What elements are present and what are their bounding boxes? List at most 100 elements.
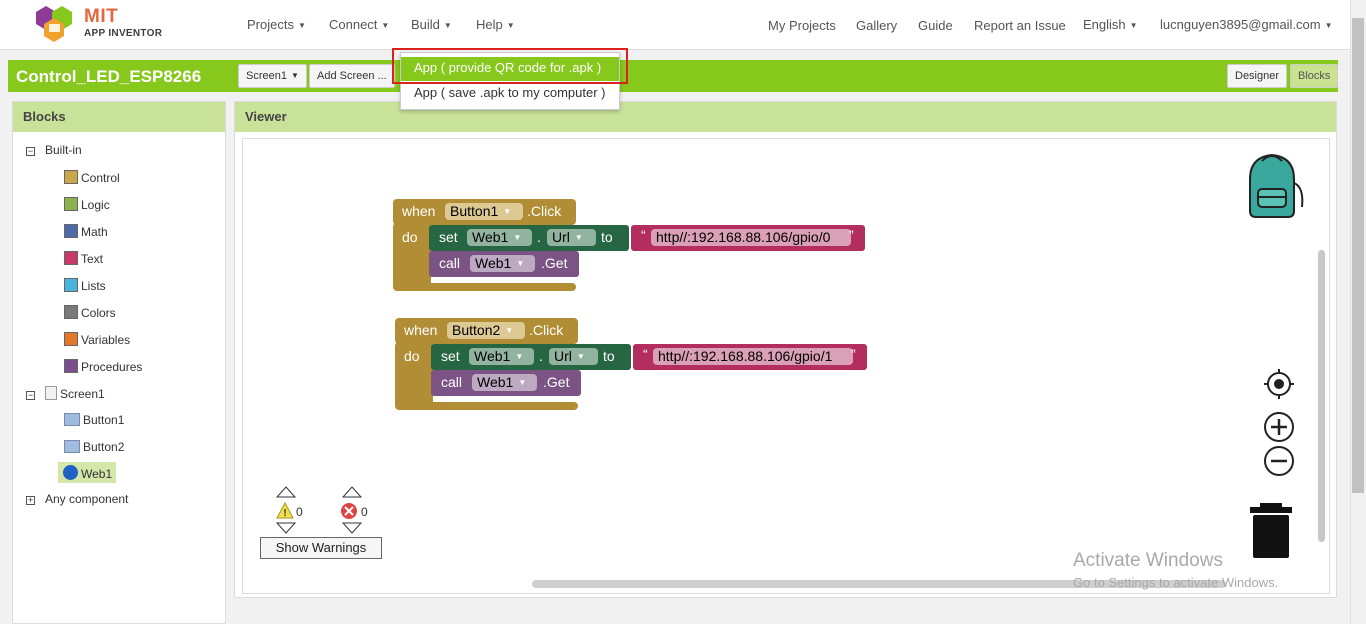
component-dropdown[interactable]: Button2 ▼ xyxy=(447,322,525,339)
call-component-dropdown[interactable]: Web1 ▼ xyxy=(472,374,537,391)
tree-category-label: Lists xyxy=(81,279,106,293)
error-prev-icon[interactable] xyxy=(342,486,362,498)
chevron-down-icon: ▼ xyxy=(1129,21,1138,30)
svg-text:!: ! xyxy=(283,508,286,519)
screen-select[interactable]: Screen1 ▼ xyxy=(238,64,307,88)
zoom-in-icon[interactable] xyxy=(1262,410,1296,444)
dot-separator: . xyxy=(539,348,543,364)
nav-help-label: Help xyxy=(476,17,503,32)
category-color-icon xyxy=(64,278,78,292)
backpack-icon[interactable] xyxy=(1238,151,1308,221)
designer-button[interactable]: Designer xyxy=(1227,64,1288,88)
build-menu-item-save-apk[interactable]: App ( save .apk to my computer ) xyxy=(401,82,619,106)
set-keyword: set xyxy=(441,348,460,364)
nav-account[interactable]: lucnguyen3895@gmail.com ▼ xyxy=(1160,17,1333,32)
when-keyword: when xyxy=(402,203,436,219)
close-quote: ” xyxy=(849,227,854,243)
property-dropdown[interactable]: Url ▼ xyxy=(549,348,598,365)
event-name: .Click xyxy=(527,203,562,219)
component-dropdown-label: Button2 xyxy=(452,322,501,338)
nav-projects[interactable]: Projects ▼ xyxy=(247,17,306,32)
blocks-button[interactable]: Blocks xyxy=(1290,64,1339,88)
chevron-down-icon: ▼ xyxy=(290,71,299,80)
event-block-footer xyxy=(393,283,576,291)
tree-screen1-label: Screen1 xyxy=(60,387,105,401)
error-next-icon[interactable] xyxy=(342,522,362,534)
nav-connect[interactable]: Connect ▼ xyxy=(329,17,389,32)
app-inventor-logo[interactable]: MIT APP INVENTOR xyxy=(36,4,166,44)
warning-prev-icon[interactable] xyxy=(276,486,296,498)
collapse-icon[interactable]: − xyxy=(26,391,35,400)
category-color-icon xyxy=(64,332,78,346)
tree-built-in[interactable]: − Built-in xyxy=(26,143,82,157)
error-icon xyxy=(341,503,357,519)
set-component-dropdown[interactable]: Web1 ▼ xyxy=(469,348,534,365)
chevron-down-icon: ▼ xyxy=(506,21,515,30)
zoom-out-icon[interactable] xyxy=(1262,444,1296,478)
nav-my-projects[interactable]: My Projects xyxy=(768,18,836,33)
chevron-down-icon: ▼ xyxy=(516,259,525,268)
add-screen-button[interactable]: Add Screen ... xyxy=(309,64,395,88)
globe-icon xyxy=(63,465,78,480)
tree-category-procedures[interactable]: Procedures xyxy=(64,359,142,374)
chevron-down-icon: ▼ xyxy=(576,352,585,361)
set-component-dropdown[interactable]: Web1 ▼ xyxy=(467,229,532,246)
component-dropdown-label: Button1 xyxy=(450,203,499,219)
chevron-down-icon: ▼ xyxy=(515,352,524,361)
set-keyword: set xyxy=(439,229,458,245)
window-scrollbar[interactable] xyxy=(1352,18,1364,493)
workspace-vertical-scrollbar[interactable] xyxy=(1318,250,1325,542)
tree-category-label: Procedures xyxy=(81,360,143,374)
chevron-down-icon: ▼ xyxy=(518,378,527,387)
nav-report-issue[interactable]: Report an Issue xyxy=(974,18,1066,33)
top-navbar: MIT APP INVENTOR Projects ▼ Connect ▼ Buil… xyxy=(0,0,1366,50)
chevron-down-icon: ▼ xyxy=(381,21,390,30)
url-string-field[interactable]: http//:192.168.88.106/gpio/1 xyxy=(653,348,853,365)
tree-button2[interactable]: Button2 xyxy=(64,440,124,454)
tree-category-variables[interactable]: Variables xyxy=(64,332,130,347)
tree-category-text[interactable]: Text xyxy=(64,251,103,266)
trash-icon[interactable] xyxy=(1248,502,1294,560)
property-dropdown-label: Url xyxy=(552,229,570,245)
nav-projects-label: Projects xyxy=(247,17,294,32)
warnings-count: 0 xyxy=(296,505,303,519)
tree-any-component[interactable]: + Any component xyxy=(26,492,128,506)
tree-category-math[interactable]: Math xyxy=(64,224,108,239)
tree-category-colors[interactable]: Colors xyxy=(64,305,116,320)
tree-any-component-label: Any component xyxy=(45,492,129,506)
tree-button1-label: Button1 xyxy=(83,413,125,427)
component-dropdown[interactable]: Button1 ▼ xyxy=(445,203,523,220)
nav-language[interactable]: English ▼ xyxy=(1083,17,1138,32)
tree-category-label: Variables xyxy=(81,333,131,347)
show-warnings-button[interactable]: Show Warnings xyxy=(260,537,382,559)
chevron-down-icon: ▼ xyxy=(505,326,514,335)
call-component-dropdown[interactable]: Web1 ▼ xyxy=(470,255,535,272)
chevron-down-icon: ▼ xyxy=(1324,21,1333,30)
collapse-icon[interactable]: − xyxy=(26,147,35,156)
tree-category-lists[interactable]: Lists xyxy=(64,278,106,293)
tree-screen1[interactable]: − Screen1 xyxy=(26,386,105,401)
method-name: .Get xyxy=(541,255,568,271)
expand-icon[interactable]: + xyxy=(26,496,35,505)
tree-web1[interactable]: Web1 xyxy=(58,462,117,483)
logo-icon xyxy=(36,6,72,42)
tree-built-in-label: Built-in xyxy=(45,143,82,157)
center-workspace-icon[interactable] xyxy=(1262,367,1296,401)
property-dropdown[interactable]: Url ▼ xyxy=(547,229,596,246)
tree-category-control[interactable]: Control xyxy=(64,170,120,185)
event-block-footer xyxy=(395,402,578,410)
nav-guide[interactable]: Guide xyxy=(918,18,953,33)
nav-build[interactable]: Build ▼ xyxy=(411,17,452,32)
tree-button1[interactable]: Button1 xyxy=(64,413,124,427)
nav-help[interactable]: Help ▼ xyxy=(476,17,515,32)
tree-category-logic[interactable]: Logic xyxy=(64,197,110,212)
nav-gallery[interactable]: Gallery xyxy=(856,18,897,33)
blocks-panel-title: Blocks xyxy=(13,102,225,132)
to-keyword: to xyxy=(601,229,613,245)
url-string-field[interactable]: http//:192.168.88.106/gpio/0 xyxy=(651,229,851,246)
chevron-down-icon: ▼ xyxy=(513,233,522,242)
tree-button2-label: Button2 xyxy=(83,440,125,454)
screen-icon xyxy=(45,386,57,400)
warning-next-icon[interactable] xyxy=(276,522,296,534)
errors-count: 0 xyxy=(361,505,368,519)
